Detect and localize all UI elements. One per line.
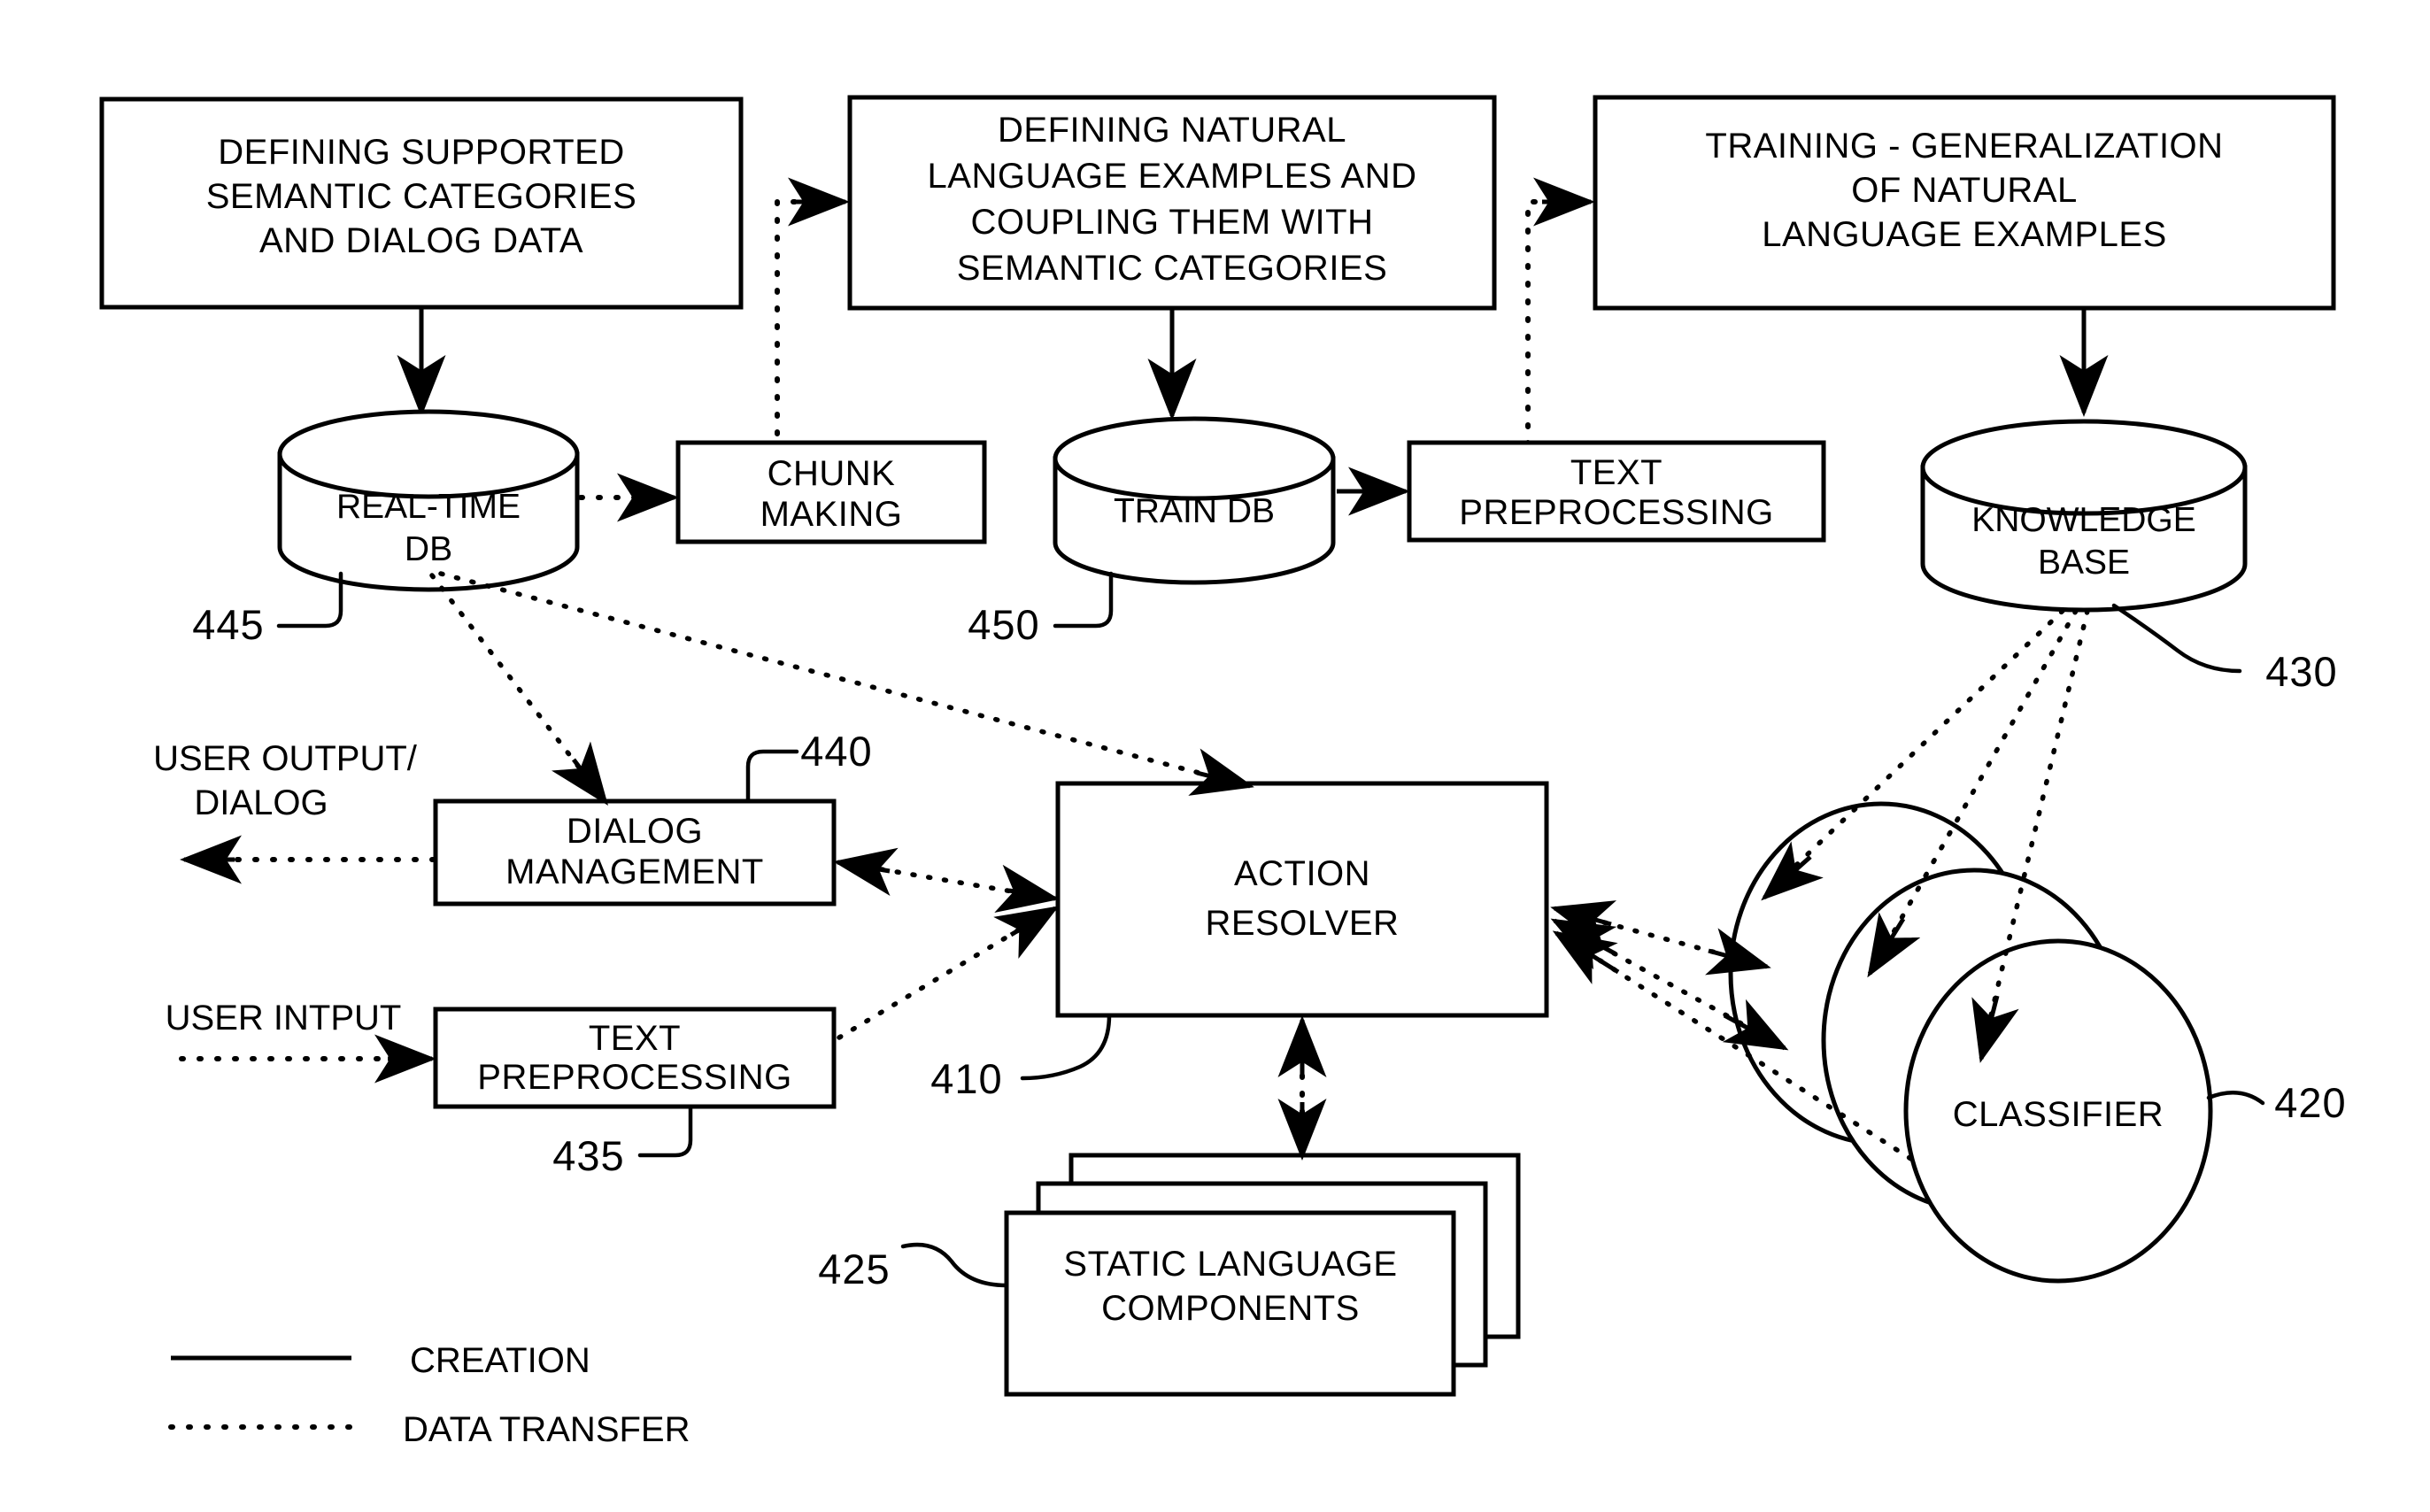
db-knowledge-base: KNOWLEDGE BASE	[1920, 419, 2248, 613]
arrowhead-textprep-to-actionresolver	[993, 906, 1060, 960]
classifier-label: CLASSIFIER	[1953, 1095, 2164, 1134]
box-textprep-train-line1: TEXT	[1570, 453, 1662, 492]
legend-creation-label: CREATION	[410, 1341, 590, 1380]
arrowhead-into-dialog-from-actionresolver	[833, 847, 899, 896]
label-user-input: USER INTPUT	[166, 999, 402, 1038]
db-knowledge-line1: KNOWLEDGE	[1971, 501, 2196, 539]
ref-450: 450	[968, 601, 1039, 648]
classifier-stack: CLASSIFIER	[1728, 801, 2213, 1284]
db-knowledge-line2: BASE	[2038, 544, 2130, 582]
leader-450	[1053, 571, 1114, 629]
arrowhead-into-actionresolver-from-dialog	[994, 864, 1060, 914]
legend: CREATION DATA TRANSFER	[168, 1341, 690, 1449]
box-action-resolver: ACTION RESOLVER	[1055, 781, 1549, 1018]
box-training-generalization: TRAINING - GENERALIZATION OF NATURAL LAN…	[1593, 95, 2336, 311]
box-defining-examples-line1: DEFINING NATURAL	[998, 111, 1346, 150]
box-chunk-making-line1: CHUNK	[768, 454, 896, 493]
db-realtime-line2: DB	[405, 530, 452, 568]
box-dialog-mgmt-line1: DIALOG	[567, 812, 703, 851]
arrowhead-realtimedb-to-dialog	[552, 741, 608, 806]
box-defining-examples-line3: COUPLING THEM WITH	[971, 203, 1374, 242]
leader-420	[2206, 1091, 2265, 1106]
box-action-resolver-line2: RESOLVER	[1206, 904, 1400, 943]
box-defining-categories-line2: SEMANTIC CATEGORIES	[206, 177, 637, 216]
slc-line2: COMPONENTS	[1101, 1289, 1360, 1328]
ref-420: 420	[2274, 1079, 2346, 1126]
box-textprep-user-line2: PREPROCESSING	[477, 1058, 791, 1097]
box-text-preprocessing-user: TEXT PREPROCESSING	[433, 1007, 837, 1109]
db-train-line1: TRAIN DB	[1114, 492, 1275, 530]
db-realtime-line1: REAL-TIME	[336, 488, 521, 526]
ref-430: 430	[2265, 648, 2337, 695]
box-chunk-making: CHUNK MAKING	[675, 440, 987, 544]
slc-line1: STATIC LANGUAGE	[1063, 1245, 1397, 1284]
ref-440: 440	[800, 728, 872, 775]
box-chunk-making-line2: MAKING	[760, 495, 903, 534]
box-defining-examples-line2: LANGUAGE EXAMPLES AND	[928, 157, 1417, 196]
box-defining-categories-line3: AND DIALOG DATA	[259, 221, 583, 260]
figure-canvas: DEFINING SUPPORTED SEMANTIC CATEGORIES A…	[99, 95, 2346, 1449]
box-action-resolver-line1: ACTION	[1234, 854, 1370, 893]
ref-425: 425	[818, 1246, 890, 1292]
arrowhead-classifier1-to-actionresolver	[1550, 900, 1617, 948]
box-defining-examples: DEFINING NATURAL LANGUAGE EXAMPLES AND C…	[847, 95, 1497, 311]
stack-static-language-components: STATIC LANGUAGE COMPONENTS	[1004, 1153, 1521, 1397]
box-text-preprocessing-train: TEXT PREPROCESSING	[1407, 440, 1826, 543]
ref-445: 445	[192, 601, 264, 648]
db-train: TRAIN DB	[1053, 416, 1336, 585]
label-user-output-line1: USER OUTPUT/	[153, 739, 418, 778]
leader-440	[745, 749, 799, 804]
ref-435: 435	[552, 1132, 624, 1179]
box-textprep-train-line2: PREPROCESSING	[1459, 493, 1773, 532]
box-training-line3: LANGUAGE EXAMPLES	[1762, 215, 2167, 254]
box-training-line2: OF NATURAL	[1851, 171, 2077, 210]
box-textprep-user-line1: TEXT	[589, 1019, 681, 1058]
box-training-line1: TRAINING - GENERALIZATION	[1705, 127, 2223, 166]
db-realtime: REAL-TIME DB	[277, 409, 580, 592]
leader-410	[1020, 1013, 1112, 1081]
leader-430	[2111, 603, 2242, 674]
leader-425	[900, 1242, 1009, 1288]
box-defining-categories-line1: DEFINING SUPPORTED	[218, 133, 624, 172]
leader-435	[637, 1104, 693, 1158]
legend-datatransfer-label: DATA TRANSFER	[403, 1410, 690, 1449]
box-dialog-management: DIALOG MANAGEMENT	[433, 798, 837, 906]
label-user-output-line2: DIALOG	[194, 783, 328, 822]
box-defining-categories: DEFINING SUPPORTED SEMANTIC CATEGORIES A…	[99, 96, 744, 310]
box-defining-examples-line4: SEMANTIC CATEGORIES	[957, 249, 1388, 288]
box-dialog-mgmt-line2: MANAGEMENT	[505, 852, 764, 891]
ref-410: 410	[930, 1055, 1002, 1102]
patent-figure: DEFINING SUPPORTED SEMANTIC CATEGORIES A…	[0, 0, 2430, 1512]
